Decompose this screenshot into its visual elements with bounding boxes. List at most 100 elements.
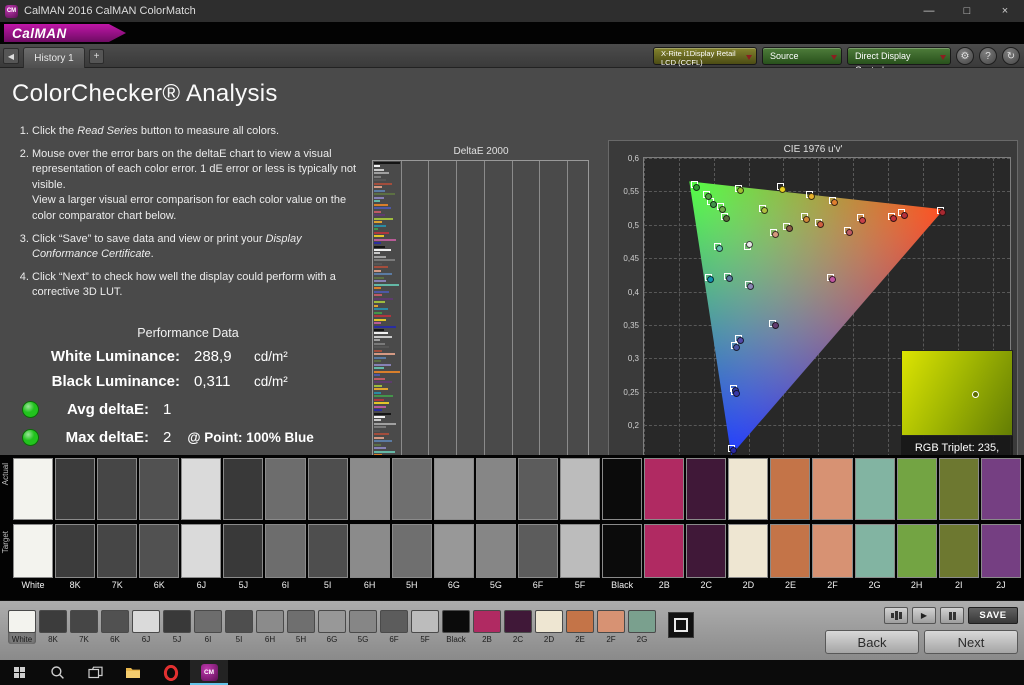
deltae-bar[interactable] xyxy=(374,399,384,401)
deltae-bar[interactable] xyxy=(374,339,380,341)
close-button[interactable]: × xyxy=(986,0,1024,22)
deltae-bar[interactable] xyxy=(374,416,385,418)
patch-button-2e[interactable]: 2E xyxy=(566,610,594,644)
deltae-bar[interactable] xyxy=(374,298,393,300)
levels-button[interactable] xyxy=(884,607,908,624)
cie-measured-point[interactable] xyxy=(733,390,740,397)
patch-button-5h[interactable]: 5H xyxy=(287,610,315,644)
deltae-bar[interactable] xyxy=(374,172,389,174)
patch-button-6f[interactable]: 6F xyxy=(380,610,408,644)
deltae-bar[interactable] xyxy=(374,179,386,181)
deltae-bar[interactable] xyxy=(374,280,386,282)
deltae-bar[interactable] xyxy=(374,402,389,404)
deltae-bar[interactable] xyxy=(374,406,386,408)
deltae-bar[interactable] xyxy=(374,364,391,366)
deltae-bar[interactable] xyxy=(374,246,385,248)
deltae-bar[interactable] xyxy=(374,232,389,234)
start-button[interactable] xyxy=(0,660,38,685)
file-explorer-button[interactable] xyxy=(114,660,152,685)
deltae-bar[interactable] xyxy=(374,305,378,307)
next-button[interactable]: Next xyxy=(924,630,1018,654)
meter-dropdown[interactable]: X-Rite i1Display Retail LCD (CCFL) xyxy=(653,47,757,65)
deltae-bar[interactable] xyxy=(374,374,380,376)
opera-button[interactable] xyxy=(152,660,190,685)
patch-button-6i[interactable]: 6I xyxy=(194,610,222,644)
deltae-bar[interactable] xyxy=(374,225,386,227)
deltae-bar[interactable] xyxy=(374,440,392,442)
deltae-bar[interactable] xyxy=(374,378,385,380)
calman-taskbar-button[interactable]: CM xyxy=(190,660,228,685)
deltae-bar[interactable] xyxy=(374,301,385,303)
deltae-bar[interactable] xyxy=(374,235,384,237)
deltae-bar[interactable] xyxy=(374,291,389,293)
patch-button-2f[interactable]: 2F xyxy=(597,610,625,644)
deltae-bar[interactable] xyxy=(374,336,392,338)
deltae-bar[interactable] xyxy=(374,228,378,230)
patch-button-8k[interactable]: 8K xyxy=(39,610,67,644)
deltae-bar[interactable] xyxy=(374,218,393,220)
deltae-bar[interactable] xyxy=(374,444,381,446)
taskbar-search-button[interactable] xyxy=(38,660,76,685)
deltae-bar[interactable] xyxy=(374,263,382,265)
deltae-bar[interactable] xyxy=(374,433,389,435)
cie-measured-point[interactable] xyxy=(726,275,733,282)
cie-measured-point[interactable] xyxy=(761,207,768,214)
display-control-dropdown[interactable]: Direct Display Control xyxy=(847,47,951,65)
patch-button-6h[interactable]: 6H xyxy=(256,610,284,644)
deltae-bar[interactable] xyxy=(374,409,382,411)
cie-measured-point[interactable] xyxy=(746,241,753,248)
cie-measured-point[interactable] xyxy=(737,187,744,194)
deltae-bar[interactable] xyxy=(374,322,381,324)
deltae-bar[interactable] xyxy=(374,176,381,178)
read-series-button[interactable]: ▶ xyxy=(912,607,936,624)
task-view-button[interactable] xyxy=(76,660,114,685)
deltae-bar[interactable] xyxy=(374,270,381,272)
cie-measured-point[interactable] xyxy=(901,212,908,219)
deltae-bar[interactable] xyxy=(374,221,382,223)
tab-history-1[interactable]: History 1 xyxy=(23,47,85,68)
deltae-bar[interactable] xyxy=(374,437,384,439)
cie-measured-point[interactable] xyxy=(846,229,853,236)
help-button[interactable]: ? xyxy=(979,47,997,65)
cie-measured-point[interactable] xyxy=(803,216,810,223)
deltae-bar[interactable] xyxy=(374,332,388,334)
deltae-bar[interactable] xyxy=(374,392,381,394)
cie-measured-point[interactable] xyxy=(817,221,824,228)
add-tab-button[interactable]: + xyxy=(89,49,104,64)
patch-button-2d[interactable]: 2D xyxy=(535,610,563,644)
patch-button-black[interactable]: Black xyxy=(442,610,470,644)
history-back-button[interactable]: ◀ xyxy=(3,48,19,64)
deltae-bar[interactable] xyxy=(374,207,391,209)
deltae-bar[interactable] xyxy=(374,284,399,286)
deltae-bar[interactable] xyxy=(374,312,382,314)
patch-button-2g[interactable]: 2G xyxy=(628,610,656,644)
deltae-bar[interactable] xyxy=(374,214,385,216)
deltae-bar[interactable] xyxy=(374,239,396,241)
cie-measured-point[interactable] xyxy=(829,276,836,283)
patch-button-5g[interactable]: 5G xyxy=(349,610,377,644)
deltae-bar[interactable] xyxy=(374,277,384,279)
deltae-bar[interactable] xyxy=(374,294,382,296)
patch-button-5j[interactable]: 5J xyxy=(163,610,191,644)
refresh-button[interactable]: ↻ xyxy=(1002,47,1020,65)
deltae-bar[interactable] xyxy=(374,193,395,195)
patch-button-5i[interactable]: 5I xyxy=(225,610,253,644)
deltae-bar[interactable] xyxy=(374,249,391,251)
deltae-bar[interactable] xyxy=(374,252,380,254)
patch-button-6g[interactable]: 6G xyxy=(318,610,346,644)
cie-measured-point[interactable] xyxy=(808,193,815,200)
deltae-bar[interactable] xyxy=(374,423,396,425)
deltae-bar[interactable] xyxy=(374,190,385,192)
cie-measured-point[interactable] xyxy=(723,215,730,222)
deltae-bar[interactable] xyxy=(374,169,384,171)
pattern-window-button[interactable] xyxy=(668,612,694,638)
deltae-bar[interactable] xyxy=(374,165,380,167)
settings-button[interactable]: ⚙ xyxy=(956,47,974,65)
cie-measured-point[interactable] xyxy=(747,283,754,290)
minimize-button[interactable]: — xyxy=(910,0,948,22)
patch-button-2b[interactable]: 2B xyxy=(473,610,501,644)
deltae-bar[interactable] xyxy=(374,256,386,258)
cie-measured-point[interactable] xyxy=(772,231,779,238)
patch-button-7k[interactable]: 7K xyxy=(70,610,98,644)
save-button[interactable]: SAVE xyxy=(968,607,1018,624)
